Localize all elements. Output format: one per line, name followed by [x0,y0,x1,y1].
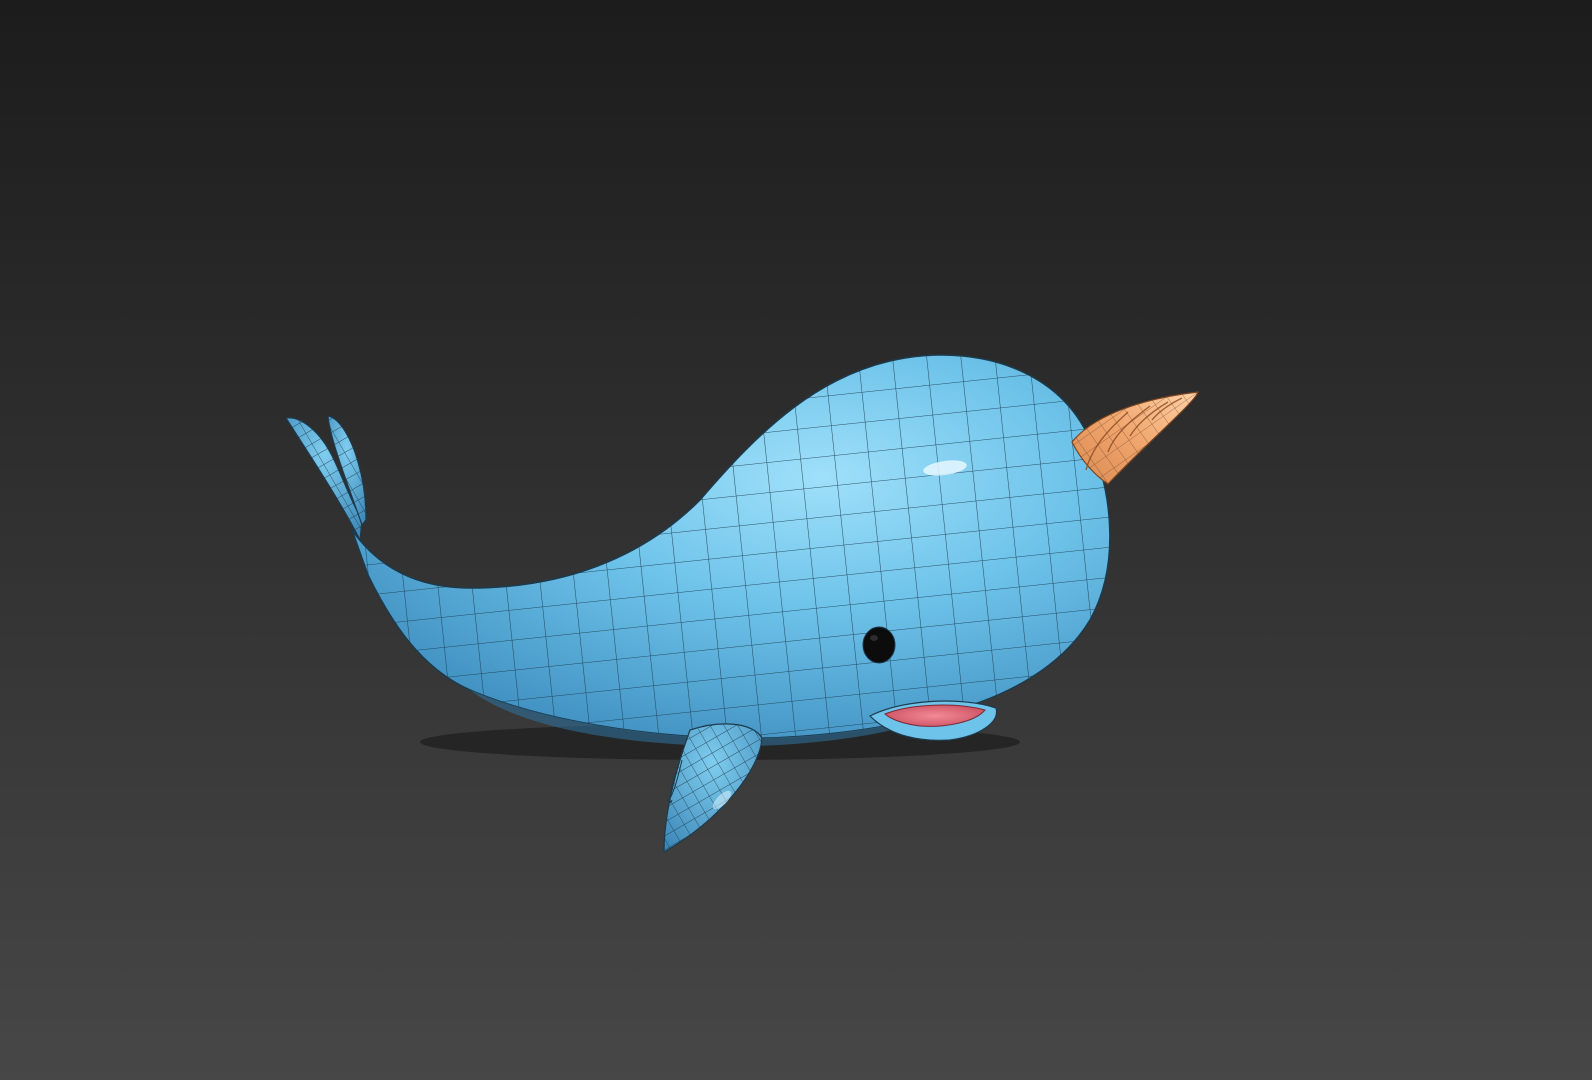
viewport-scene[interactable] [0,0,1592,1080]
narwhal-eye [862,626,896,664]
3d-viewport[interactable] [0,0,1592,1080]
